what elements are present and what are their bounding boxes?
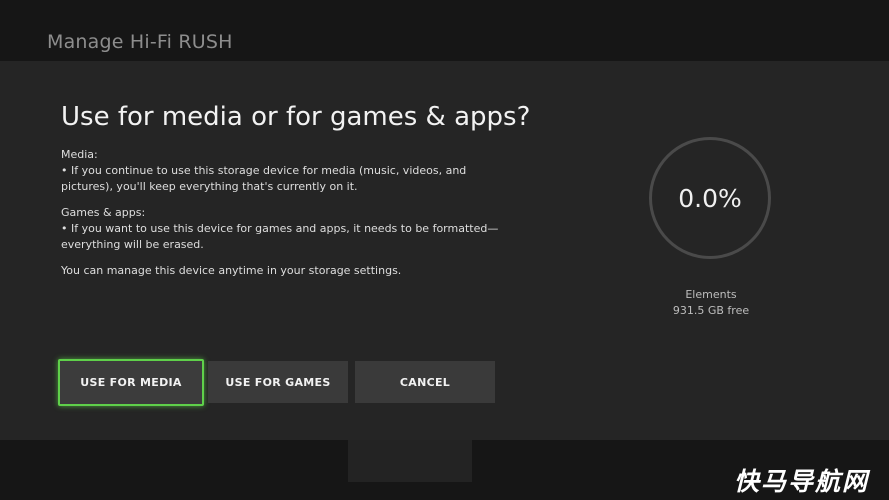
free-space: 931.5 GB free: [672, 304, 750, 317]
storage-info: Elements 931.5 GB free: [640, 287, 782, 319]
use-for-media-button[interactable]: USE FOR MEDIA: [58, 359, 204, 406]
drive-name: Elements: [685, 288, 737, 301]
cancel-button[interactable]: CANCEL: [355, 361, 495, 403]
storage-dialog: Use for media or for games & apps? Media…: [0, 61, 889, 440]
background-page-title: Manage Hi-Fi RUSH: [47, 31, 233, 53]
media-description: • If you continue to use this storage de…: [61, 164, 467, 193]
games-description: • If you want to use this device for gam…: [61, 222, 499, 251]
storage-usage-ring: 0.0%: [645, 137, 779, 261]
dialog-body: Media: • If you continue to use this sto…: [61, 147, 511, 279]
games-heading: Games & apps:: [61, 206, 146, 219]
usage-percent: 0.0%: [649, 137, 771, 259]
dialog-heading: Use for media or for games & apps?: [61, 102, 531, 132]
watermark-logo: 快马导航网: [733, 467, 869, 496]
background-panel: [348, 440, 472, 482]
media-heading: Media:: [61, 148, 98, 161]
use-for-games-button[interactable]: USE FOR GAMES: [208, 361, 348, 403]
footer-note: You can manage this device anytime in yo…: [61, 264, 402, 277]
